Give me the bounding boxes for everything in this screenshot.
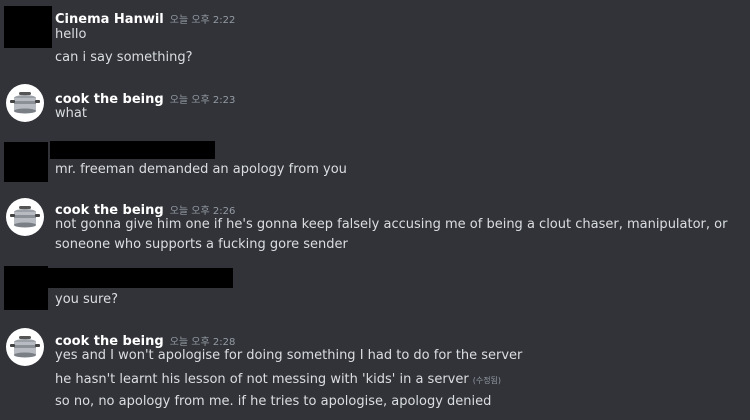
author-name[interactable]: Cinema Hanwil (55, 12, 164, 27)
avatar[interactable] (6, 84, 44, 122)
cooking-pot-icon (10, 92, 40, 114)
message-text: you sure? (55, 292, 118, 307)
redacted-author (50, 141, 215, 159)
message-header: cook the being 오늘 오후 2:23 (55, 88, 235, 107)
redacted-author (48, 268, 233, 288)
timestamp: 오늘 오후 2:22 (169, 15, 236, 26)
avatar[interactable] (4, 6, 52, 48)
author-name[interactable]: cook the being (55, 334, 164, 349)
avatar[interactable] (4, 266, 48, 310)
message-text: he hasn't learnt his lesson of not messi… (55, 372, 501, 387)
timestamp: 오늘 오후 2:23 (169, 95, 236, 106)
message-header: cook the being 오늘 오후 2:28 (55, 330, 235, 349)
message-header: Cinema Hanwil 오늘 오후 2:22 (55, 8, 235, 27)
message-text: yes and I won't apologise for doing some… (55, 348, 523, 363)
message-text: what (55, 106, 87, 121)
avatar[interactable] (4, 142, 48, 182)
message-text: mr. freeman demanded an apology from you (55, 162, 347, 177)
message-text: not gonna give him one if he's gonna kee… (55, 217, 728, 252)
chat-view: { "messages": { "m1": { "author": "Cinem… (0, 0, 750, 420)
avatar[interactable] (6, 198, 44, 236)
cooking-pot-icon (10, 206, 40, 228)
message-text: hello (55, 27, 87, 42)
message-text-content: he hasn't learnt his lesson of not messi… (55, 372, 469, 387)
author-name[interactable]: cook the being (55, 92, 164, 107)
timestamp: 오늘 오후 2:28 (169, 337, 236, 348)
avatar[interactable] (6, 328, 44, 366)
message-text: so no, no apology from me. if he tries t… (55, 394, 492, 409)
edited-label: (수정됨) (472, 376, 502, 385)
message-text: can i say something? (55, 50, 193, 65)
cooking-pot-icon (10, 336, 40, 358)
